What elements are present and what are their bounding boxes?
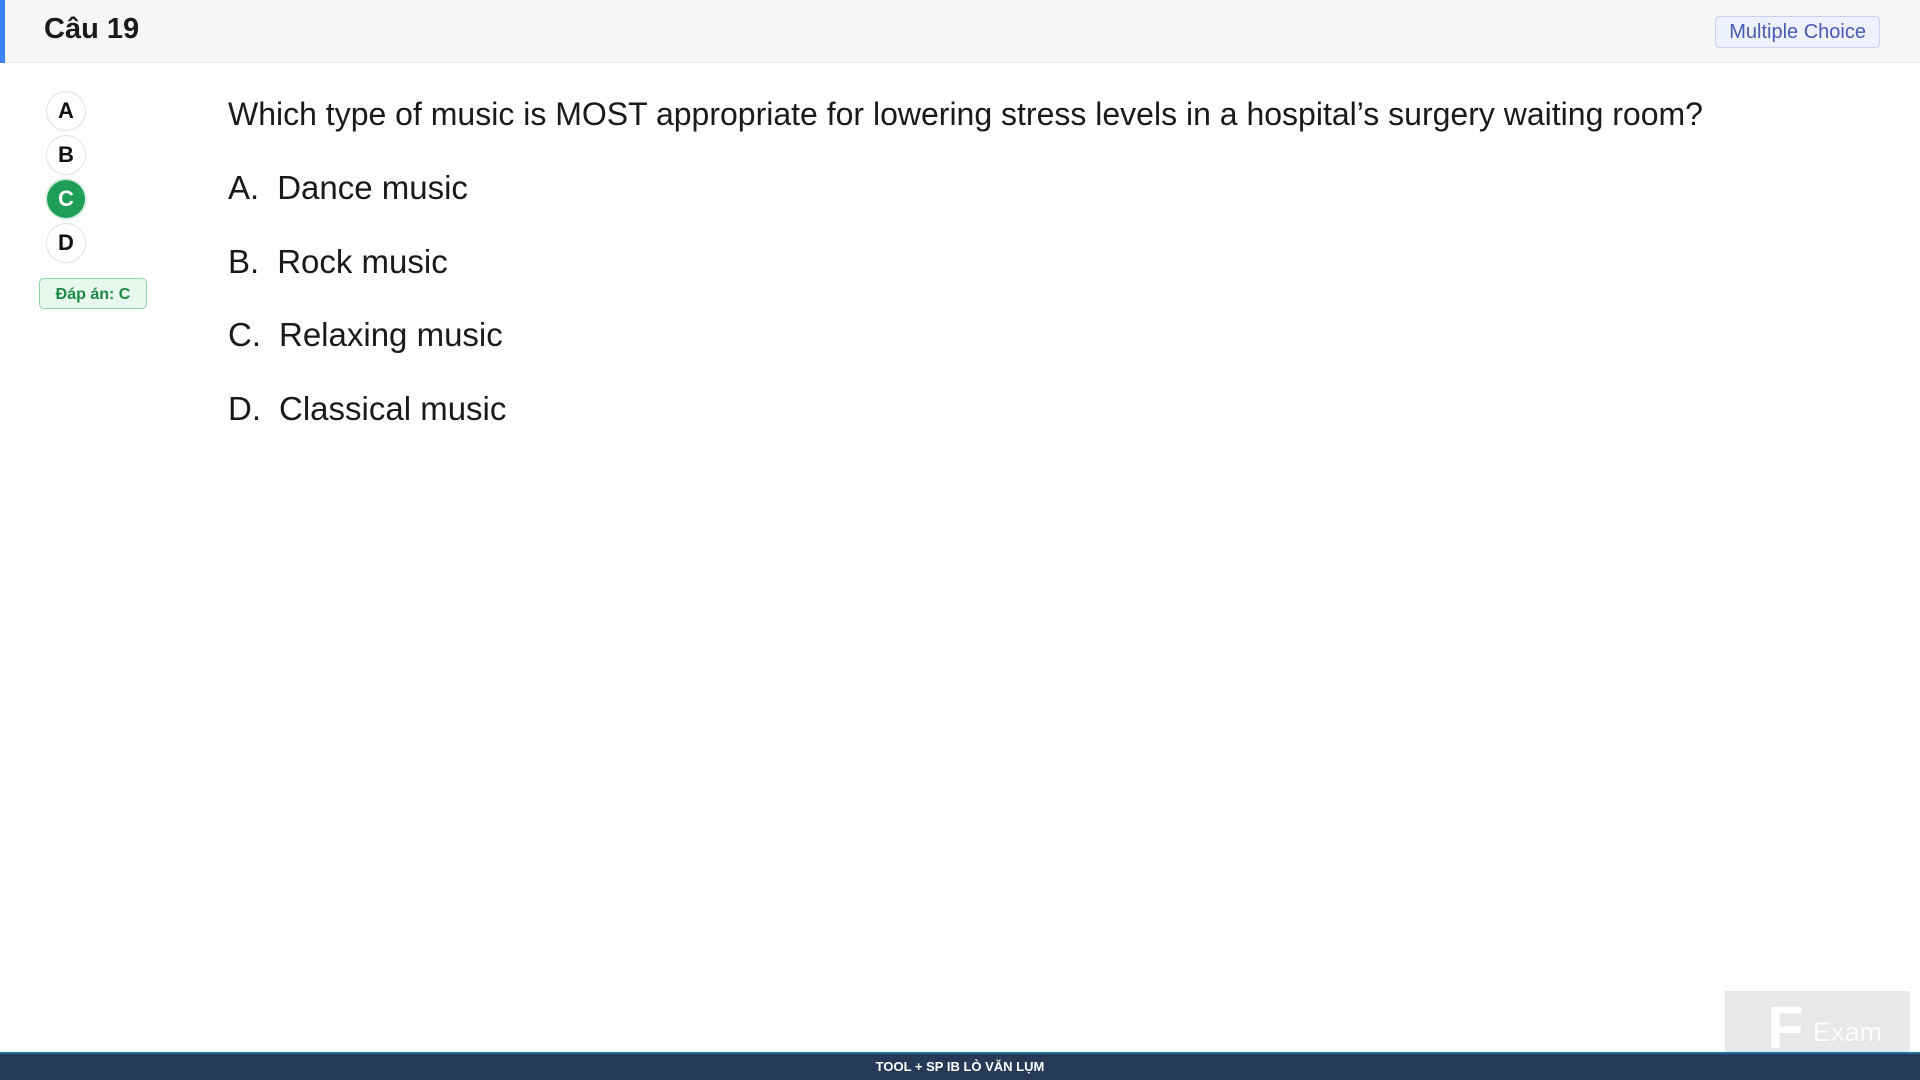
choice-letter: C. xyxy=(228,316,261,353)
exam-page: Câu 19 Multiple Choice A B C D Đáp án: C… xyxy=(0,0,1920,1080)
question-header: Câu 19 Multiple Choice xyxy=(0,0,1920,63)
choice-d[interactable]: D. Classical music xyxy=(228,390,506,428)
option-a-button[interactable]: A xyxy=(47,92,85,130)
question-number: Câu 19 xyxy=(44,13,140,45)
question-text: Which type of music is MOST appropriate … xyxy=(228,96,1703,132)
option-d-button[interactable]: D xyxy=(47,224,85,262)
footer-bar: TOOL + SP IB LÒ VĂN LỤM xyxy=(0,1052,1920,1080)
choice-b[interactable]: B. Rock music xyxy=(228,243,448,281)
choice-text: Relaxing music xyxy=(279,316,503,353)
question-type-badge: Multiple Choice xyxy=(1715,16,1880,48)
header-accent-bar xyxy=(0,0,5,63)
choice-letter: B. xyxy=(228,243,260,280)
choice-a[interactable]: A. Dance music xyxy=(228,169,468,207)
answer-badge: Đáp án: C xyxy=(39,278,147,309)
watermark-text: Exam xyxy=(1813,1017,1883,1047)
choice-text: Dance music xyxy=(277,169,468,206)
choice-text: Rock music xyxy=(277,243,448,280)
choice-text: Classical music xyxy=(279,390,507,427)
option-b-button[interactable]: B xyxy=(47,136,85,174)
option-c-button[interactable]: C xyxy=(47,180,85,218)
choice-letter: D. xyxy=(228,390,261,427)
choice-c[interactable]: C. Relaxing music xyxy=(228,316,503,354)
choice-letter: A. xyxy=(228,169,260,206)
